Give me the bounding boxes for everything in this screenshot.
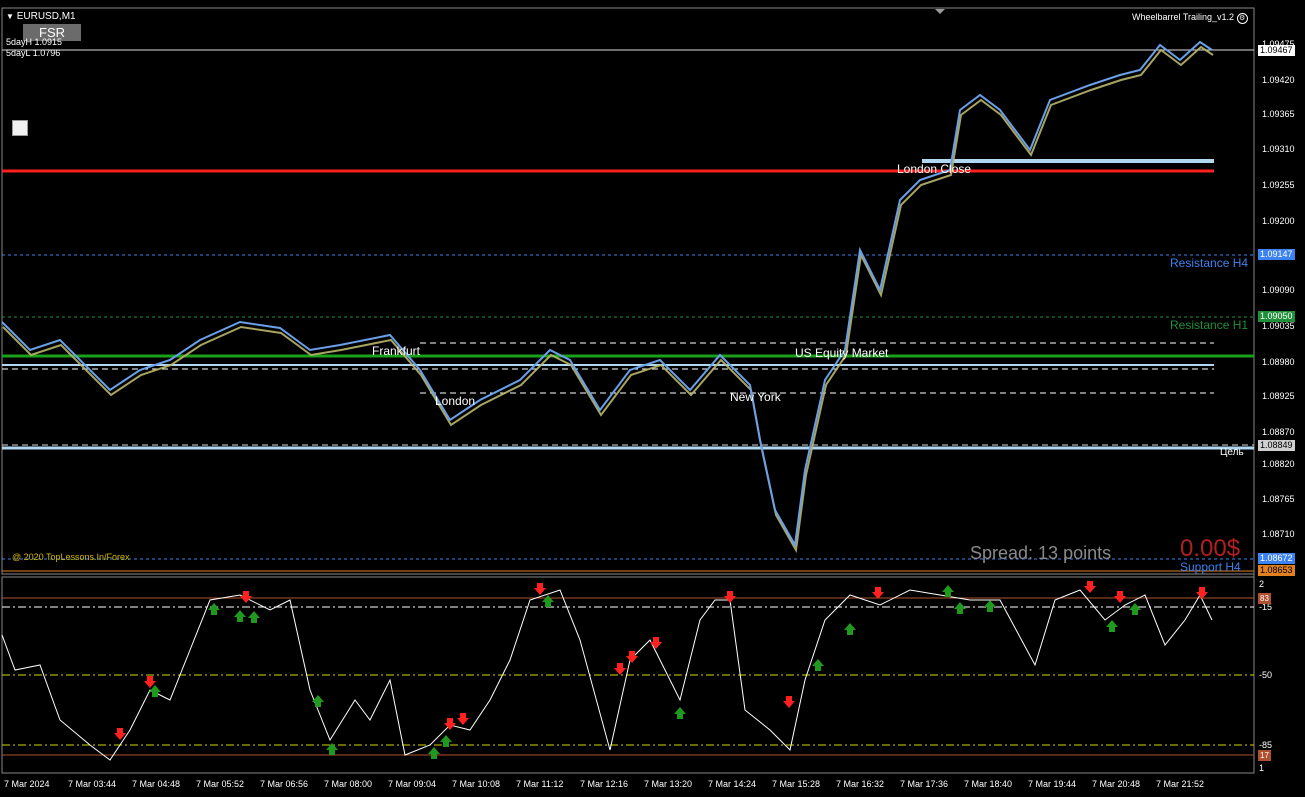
price-axis-label: 1.09420 bbox=[1262, 75, 1295, 85]
session-new-york: New York bbox=[730, 390, 781, 404]
symbol-label: ▼ EURUSD,M1 bbox=[6, 11, 76, 22]
session-frankfurt: Frankfurt bbox=[372, 344, 421, 358]
osc-axis-label: 2 bbox=[1259, 579, 1265, 589]
profit-label: 0.00$ bbox=[1180, 535, 1241, 562]
buy-arrow-icon bbox=[248, 611, 260, 623]
time-axis-label: 7 Mar 03:44 bbox=[68, 779, 117, 789]
price-series-down bbox=[2, 45, 1214, 554]
price-tag-support-h4: 1.08653 bbox=[1258, 565, 1295, 576]
time-axis-label: 7 Mar 05:52 bbox=[196, 779, 245, 789]
price-tag-resistance-h1: 1.09050 bbox=[1258, 311, 1295, 322]
time-axis-label: 7 Mar 06:56 bbox=[260, 779, 309, 789]
buy-arrow-icon bbox=[844, 623, 856, 635]
time-axis-label: 7 Mar 2024 bbox=[4, 779, 50, 789]
checkbox[interactable] bbox=[12, 120, 28, 136]
day-high-label: 5dayH 1.0915 bbox=[6, 37, 63, 47]
time-axis-label: 7 Mar 12:16 bbox=[580, 779, 629, 789]
price-axis-label: 1.08925 bbox=[1262, 391, 1295, 401]
time-axis-label: 7 Mar 18:40 bbox=[964, 779, 1013, 789]
buy-arrow-icon bbox=[954, 602, 966, 614]
time-axis-label: 7 Mar 21:52 bbox=[1156, 779, 1205, 789]
sell-arrow-icon bbox=[457, 713, 469, 725]
price-axis-label: 1.08765 bbox=[1262, 494, 1295, 504]
price-chart[interactable] bbox=[0, 0, 1305, 797]
price-tag-support: 1.08672 bbox=[1258, 553, 1295, 564]
sell-arrow-icon bbox=[650, 637, 662, 649]
price-series-up bbox=[1, 40, 1213, 549]
price-tag-resistance-h4: 1.09147 bbox=[1258, 249, 1295, 260]
osc-axis-label: 1 bbox=[1259, 763, 1265, 773]
copyright-text: @ 2020 TopLessons.In/Forex bbox=[12, 552, 130, 562]
resistance-h1-label: Resistance H1 bbox=[1170, 318, 1249, 332]
symbol-text: EURUSD,M1 bbox=[16, 11, 76, 22]
price-axis-label: 1.08980 bbox=[1262, 357, 1295, 367]
time-axis-label: 7 Mar 20:48 bbox=[1092, 779, 1141, 789]
price-tag-target: 1.08849 bbox=[1258, 440, 1295, 451]
sell-arrow-icon bbox=[1084, 581, 1096, 593]
chart-window[interactable]: ▼ EURUSD,M1 FSR 5dayH 1.0915 5dayL 1.079… bbox=[0, 0, 1305, 797]
time-axis-label: 7 Mar 17:36 bbox=[900, 779, 949, 789]
sell-arrow-icon bbox=[626, 651, 638, 663]
time-axis-label: 7 Mar 10:08 bbox=[452, 779, 501, 789]
buy-arrow-icon bbox=[984, 600, 996, 612]
buy-arrow-icon bbox=[1106, 620, 1118, 632]
price-axis-label: 1.09035 bbox=[1262, 321, 1295, 331]
buy-arrow-icon bbox=[428, 747, 440, 759]
sell-arrow-icon bbox=[444, 718, 456, 730]
time-axis-label: 7 Mar 13:20 bbox=[644, 779, 693, 789]
price-axis-label: 1.08820 bbox=[1262, 459, 1295, 469]
buy-arrow-icon bbox=[542, 595, 554, 607]
buy-arrow-icon bbox=[1129, 603, 1141, 615]
time-axis-label: 7 Mar 16:32 bbox=[836, 779, 885, 789]
price-axis-label: 1.08710 bbox=[1262, 529, 1295, 539]
buy-arrow-icon bbox=[208, 603, 220, 615]
price-axis-label: 1.09365 bbox=[1262, 109, 1295, 119]
target-label: Цель bbox=[1220, 447, 1244, 458]
sell-arrow-icon bbox=[534, 583, 546, 595]
session-london: London bbox=[435, 394, 476, 408]
time-axis-label: 7 Mar 19:44 bbox=[1028, 779, 1077, 789]
osc-axis-label: -85 bbox=[1259, 740, 1273, 750]
buy-arrow-icon bbox=[674, 707, 686, 719]
session-london-close: London Close bbox=[897, 162, 972, 176]
day-low-label: 5dayL 1.0796 bbox=[6, 48, 61, 58]
settings-icon[interactable]: ⚙ bbox=[1236, 13, 1248, 24]
buy-arrow-icon bbox=[312, 695, 324, 707]
buy-arrow-icon bbox=[812, 659, 824, 671]
osc-tag-upper: 83 bbox=[1258, 593, 1271, 604]
sell-arrow-icon bbox=[724, 591, 736, 603]
resistance-h4-label: Resistance H4 bbox=[1170, 256, 1249, 270]
session-us-equity: US Equity Market bbox=[795, 346, 889, 360]
indicator-title: Wheelbarrel Trailing_v1.2 ⚙ bbox=[1132, 12, 1248, 24]
indicator-name: Wheelbarrel Trailing_v1.2 bbox=[1132, 12, 1235, 22]
time-axis-label: 7 Mar 15:28 bbox=[772, 779, 821, 789]
time-axis-label: 7 Mar 04:48 bbox=[132, 779, 181, 789]
sell-arrow-icon bbox=[1114, 591, 1126, 603]
spread-label: Spread: 13 points bbox=[970, 543, 1112, 563]
price-axis-label: 1.09310 bbox=[1262, 144, 1295, 154]
price-axis-label: 1.09255 bbox=[1262, 180, 1295, 190]
price-axis-label: 1.08870 bbox=[1262, 427, 1295, 437]
time-axis-label: 7 Mar 09:04 bbox=[388, 779, 437, 789]
buy-arrow-icon bbox=[234, 610, 246, 622]
sell-arrow-icon bbox=[240, 591, 252, 603]
osc-axis-label: -50 bbox=[1259, 670, 1273, 680]
shift-marker-icon bbox=[935, 9, 945, 14]
time-axis-label: 7 Mar 08:00 bbox=[324, 779, 373, 789]
price-axis-label: 1.09090 bbox=[1262, 285, 1295, 295]
price-tag-current: 1.09467 bbox=[1258, 45, 1295, 56]
price-axis-label: 1.09200 bbox=[1262, 216, 1295, 226]
time-axis-label: 7 Mar 14:24 bbox=[708, 779, 757, 789]
time-axis-label: 7 Mar 11:12 bbox=[516, 779, 564, 789]
sell-arrow-icon bbox=[872, 587, 884, 599]
sell-arrow-icon bbox=[1196, 587, 1208, 599]
sell-arrow-icon bbox=[783, 696, 795, 708]
osc-tag-lower: 17 bbox=[1258, 750, 1271, 761]
dropdown-icon[interactable]: ▼ bbox=[6, 12, 14, 21]
sell-arrow-icon bbox=[614, 663, 626, 675]
